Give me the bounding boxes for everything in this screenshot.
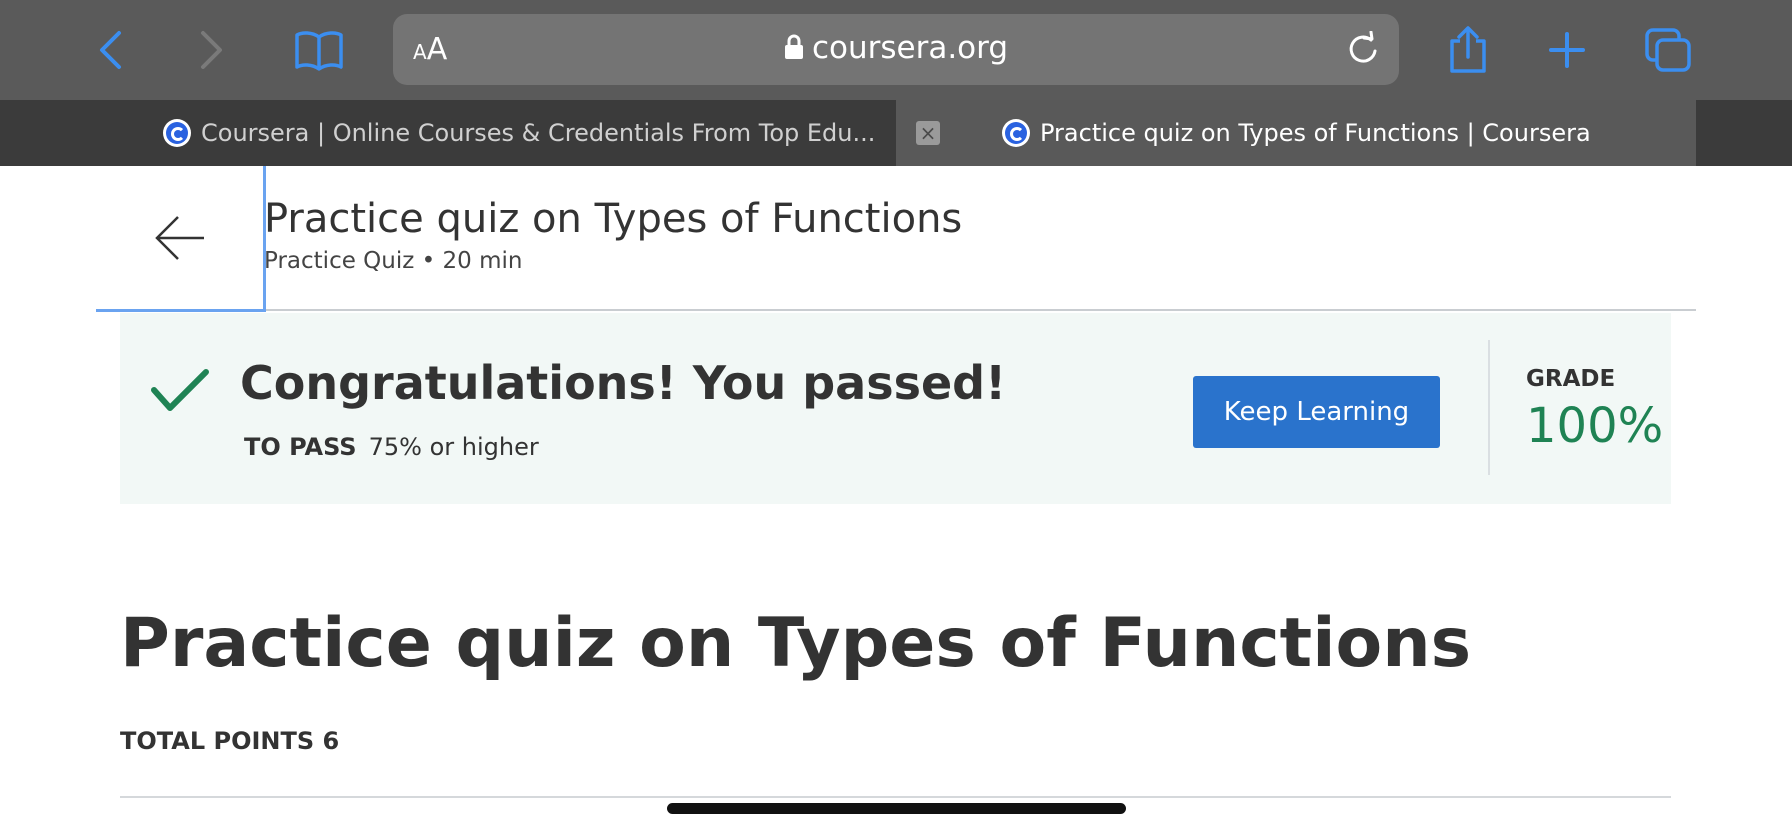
pass-threshold-label: TO PASS (244, 433, 357, 461)
url-text: coursera.org (811, 30, 1009, 66)
tab-title: Coursera | Online Courses & Credentials … (201, 119, 876, 147)
banner-divider (1488, 340, 1490, 475)
tab-bar: Coursera | Online Courses & Credentials … (0, 100, 1792, 166)
reload-icon[interactable] (1345, 30, 1381, 71)
close-tab-icon[interactable]: × (916, 121, 940, 145)
keep-learning-button[interactable]: Keep Learning (1193, 376, 1440, 448)
tab-title: Practice quiz on Types of Functions | Co… (1040, 119, 1591, 147)
tab-practice-quiz[interactable]: × Practice quiz on Types of Functions | … (896, 100, 1696, 166)
bookmarks-icon[interactable] (293, 22, 345, 78)
pass-threshold-value: 75% or higher (368, 433, 539, 461)
coursera-favicon-icon (163, 119, 191, 147)
page-title: Practice quiz on Types of Functions (264, 196, 963, 242)
browser-toolbar: AA coursera.org (0, 0, 1792, 100)
url-display[interactable]: coursera.org (393, 30, 1399, 68)
quiz-title: Practice quiz on Types of Functions (120, 604, 1472, 683)
grade-label: GRADE (1526, 366, 1616, 392)
content-divider (120, 796, 1671, 798)
address-bar[interactable]: AA coursera.org (393, 14, 1399, 85)
pass-threshold: TO PASS 75% or higher (244, 433, 539, 461)
lock-icon (784, 32, 804, 68)
total-points: TOTAL POINTS 6 (120, 727, 340, 755)
coursera-favicon-icon (1002, 119, 1030, 147)
home-indicator[interactable] (667, 803, 1126, 814)
checkmark-icon (150, 368, 210, 418)
back-button[interactable] (96, 166, 266, 312)
back-icon[interactable] (90, 22, 130, 78)
tab-coursera-home[interactable]: Coursera | Online Courses & Credentials … (0, 100, 896, 166)
forward-icon[interactable] (192, 22, 232, 78)
page-subtitle: Practice Quiz • 20 min (264, 248, 523, 274)
header-divider (266, 309, 1696, 311)
share-icon[interactable] (1443, 22, 1493, 78)
arrow-left-icon (154, 215, 204, 260)
new-tab-icon[interactable] (1546, 22, 1588, 78)
tabs-overview-icon[interactable] (1643, 22, 1693, 78)
pass-message: Congratulations! You passed! (240, 356, 1007, 410)
grade-value: 100% (1526, 398, 1664, 454)
